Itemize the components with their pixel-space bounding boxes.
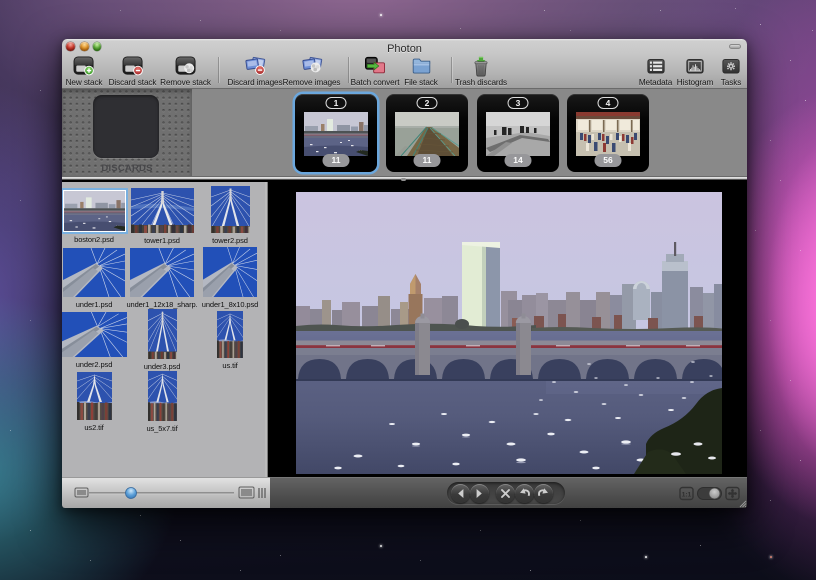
svg-text:1:1: 1:1 — [682, 492, 692, 499]
